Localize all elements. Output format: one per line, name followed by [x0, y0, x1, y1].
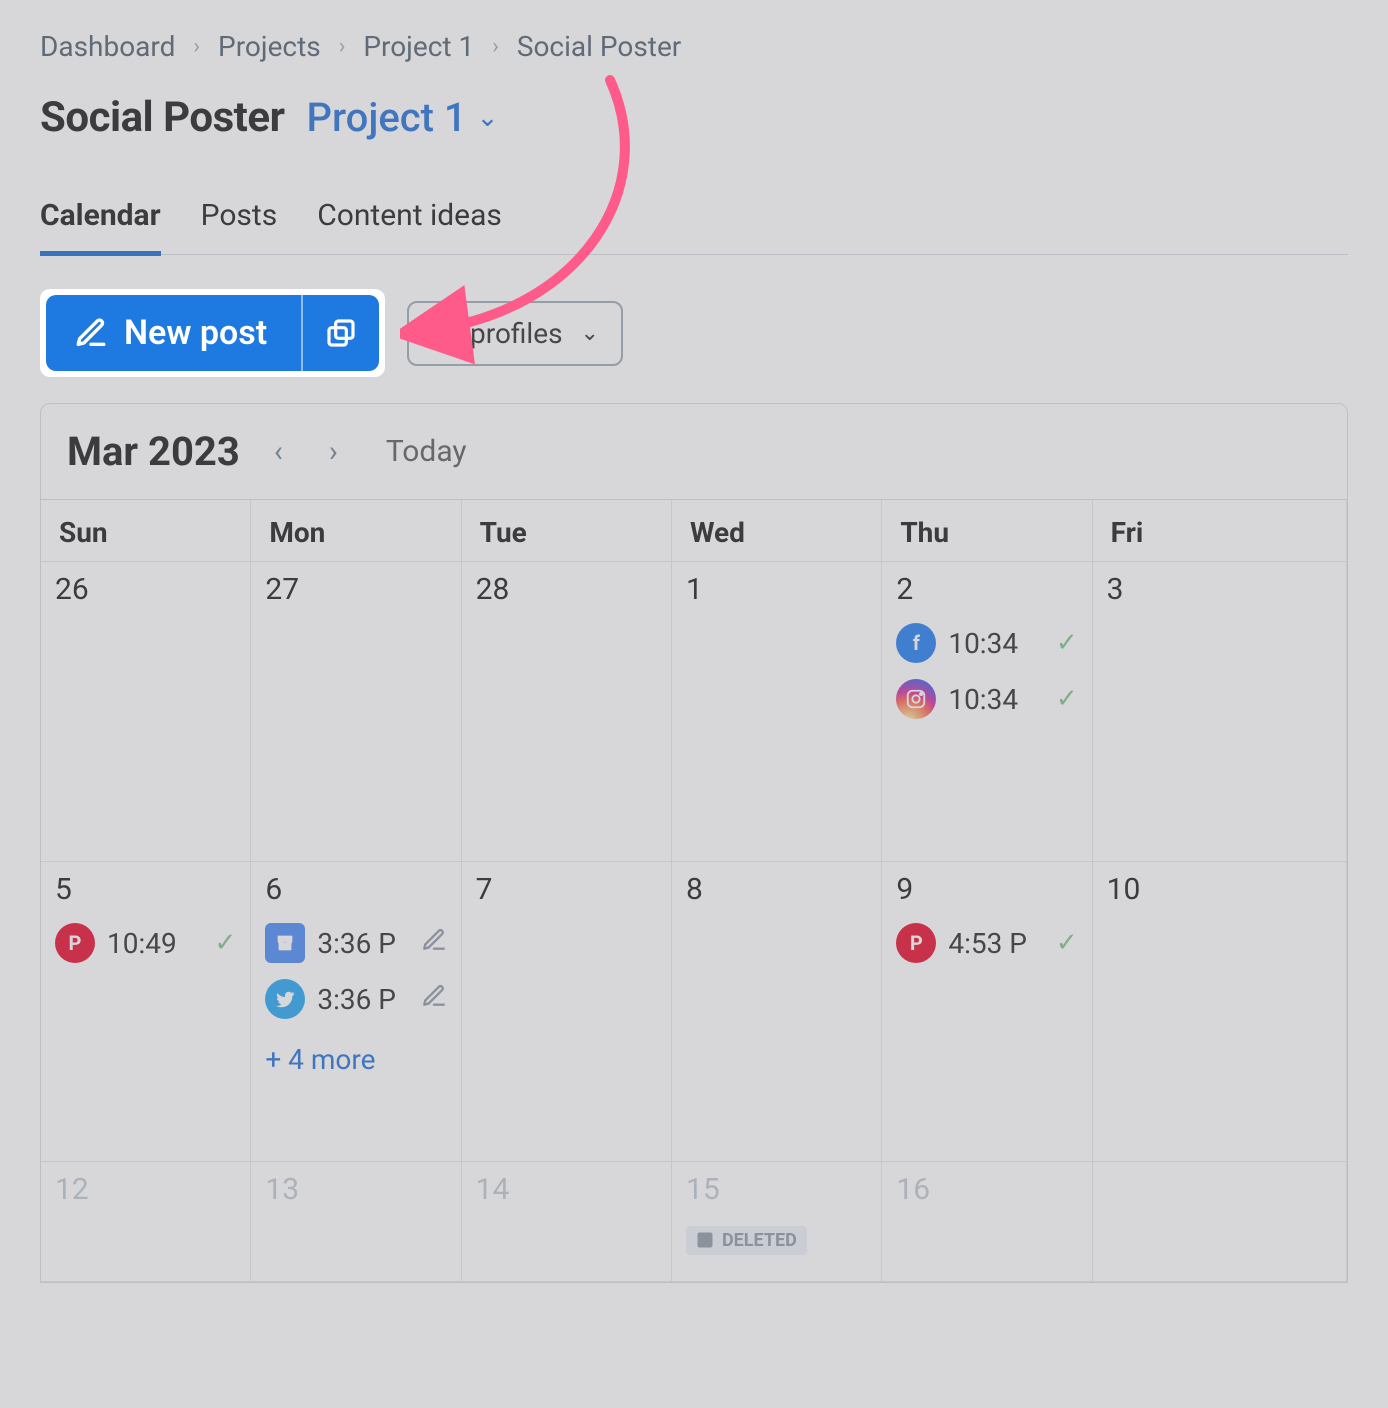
day-number: 3 — [1107, 572, 1332, 607]
calendar-today-button[interactable]: Today — [386, 434, 467, 469]
day-header: Sun — [41, 500, 251, 562]
day-header: Wed — [672, 500, 882, 562]
calendar-event[interactable]: P 4:53 P ✓ — [896, 923, 1077, 963]
calendar-cell[interactable]: 9 P 4:53 P ✓ — [882, 862, 1092, 1162]
day-number: 13 — [265, 1172, 446, 1207]
day-number: 8 — [686, 872, 867, 907]
day-number: 14 — [476, 1172, 657, 1207]
day-number: 28 — [476, 572, 657, 607]
breadcrumb-item[interactable]: Projects — [218, 30, 321, 63]
pinterest-icon: P — [55, 923, 95, 963]
day-number: 27 — [265, 572, 446, 607]
day-number: 9 — [896, 872, 1077, 907]
event-time: 10:34 — [948, 627, 1044, 660]
day-number: 16 — [896, 1172, 1077, 1207]
calendar-cell[interactable]: 13 — [251, 1162, 461, 1282]
calendar-next-button[interactable]: › — [317, 432, 350, 471]
tab-calendar[interactable]: Calendar — [40, 192, 161, 256]
calendar-cell[interactable]: 2 f 10:34 ✓ 10:34 ✓ — [882, 562, 1092, 862]
calendar-cell[interactable]: 7 — [462, 862, 672, 1162]
pencil-icon — [421, 983, 447, 1016]
tab-content-ideas[interactable]: Content ideas — [317, 192, 502, 254]
calendar-cell[interactable]: 3 — [1093, 562, 1347, 862]
event-time: 10:34 — [948, 683, 1044, 716]
chevron-down-icon: ⌄ — [581, 321, 599, 346]
project-selector[interactable]: Project 1 ⌄ — [306, 94, 498, 141]
event-time: 10:49 — [107, 927, 203, 960]
deleted-label: DELETED — [722, 1230, 797, 1251]
duplicate-icon — [325, 317, 357, 349]
day-number: 2 — [896, 572, 1077, 607]
day-number: 1 — [686, 572, 867, 607]
calendar-month-label: Mar 2023 — [67, 428, 240, 475]
tab-posts[interactable]: Posts — [201, 192, 278, 254]
linkedin-icon — [696, 1231, 714, 1249]
breadcrumb-item[interactable]: Dashboard — [40, 30, 175, 63]
breadcrumb-item: Social Poster — [517, 30, 681, 63]
calendar-cell[interactable]: 10 — [1093, 862, 1347, 1162]
chevron-right-icon: › — [193, 34, 200, 59]
day-header: Thu — [882, 500, 1092, 562]
day-number: 5 — [55, 872, 236, 907]
profiles-filter[interactable]: All profiles ⌄ — [407, 301, 623, 366]
calendar-cell[interactable]: 6 3:36 P 3:36 P — [251, 862, 461, 1162]
instagram-icon — [896, 679, 936, 719]
day-number: 10 — [1107, 872, 1332, 907]
twitter-icon — [265, 979, 305, 1019]
calendar-cell[interactable]: 26 — [41, 562, 251, 862]
check-icon: ✓ — [1056, 628, 1078, 658]
pinterest-icon: P — [896, 923, 936, 963]
event-time: 3:36 P — [317, 983, 408, 1016]
calendar-event[interactable]: P 10:49 ✓ — [55, 923, 236, 963]
more-events-link[interactable]: + 4 more — [265, 1043, 375, 1076]
day-header: Mon — [251, 500, 461, 562]
tabs: Calendar Posts Content ideas — [40, 192, 1348, 255]
pencil-icon — [74, 316, 108, 350]
breadcrumb-item[interactable]: Project 1 — [363, 30, 474, 63]
calendar-event[interactable]: 3:36 P — [265, 979, 446, 1019]
calendar-cell[interactable]: 14 — [462, 1162, 672, 1282]
check-icon: ✓ — [1056, 684, 1078, 714]
day-number: 6 — [265, 872, 446, 907]
event-time: 3:36 P — [317, 927, 408, 960]
day-number: 15 — [686, 1172, 867, 1207]
new-post-highlight: New post — [40, 289, 385, 377]
calendar-cell[interactable]: 28 — [462, 562, 672, 862]
calendar-cell[interactable] — [1093, 1162, 1347, 1282]
calendar-cell[interactable]: 15 DELETED — [672, 1162, 882, 1282]
event-time: 4:53 P — [948, 927, 1044, 960]
chevron-right-icon: › — [339, 34, 346, 59]
calendar: Mar 2023 ‹ › Today Sun Mon Tue Wed Thu F… — [40, 403, 1348, 1283]
google-business-icon — [265, 923, 305, 963]
check-icon: ✓ — [215, 928, 237, 958]
calendar-cell[interactable]: 27 — [251, 562, 461, 862]
calendar-event[interactable]: 3:36 P — [265, 923, 446, 963]
duplicate-post-button[interactable] — [303, 295, 379, 371]
new-post-button[interactable]: New post — [46, 295, 301, 371]
day-number: 12 — [55, 1172, 236, 1207]
profiles-filter-label: All profiles — [431, 317, 562, 350]
calendar-cell[interactable]: 1 — [672, 562, 882, 862]
calendar-prev-button[interactable]: ‹ — [262, 432, 295, 471]
day-header: Tue — [462, 500, 672, 562]
calendar-cell[interactable]: 12 — [41, 1162, 251, 1282]
chevron-down-icon: ⌄ — [477, 103, 499, 133]
project-selector-label: Project 1 — [306, 94, 466, 141]
facebook-icon: f — [896, 623, 936, 663]
calendar-event[interactable]: 10:34 ✓ — [896, 679, 1077, 719]
calendar-cell[interactable]: 16 — [882, 1162, 1092, 1282]
page-title: Social Poster — [40, 93, 284, 142]
deleted-badge: DELETED — [686, 1226, 807, 1255]
breadcrumb: Dashboard › Projects › Project 1 › Socia… — [40, 20, 1348, 93]
new-post-label: New post — [124, 313, 267, 353]
calendar-event[interactable]: f 10:34 ✓ — [896, 623, 1077, 663]
day-header: Fri — [1093, 500, 1347, 562]
day-number: 26 — [55, 572, 236, 607]
chevron-right-icon: › — [492, 34, 499, 59]
calendar-cell[interactable]: 5 P 10:49 ✓ — [41, 862, 251, 1162]
pencil-icon — [421, 927, 447, 960]
calendar-cell[interactable]: 8 — [672, 862, 882, 1162]
day-number: 7 — [476, 872, 657, 907]
check-icon: ✓ — [1056, 928, 1078, 958]
